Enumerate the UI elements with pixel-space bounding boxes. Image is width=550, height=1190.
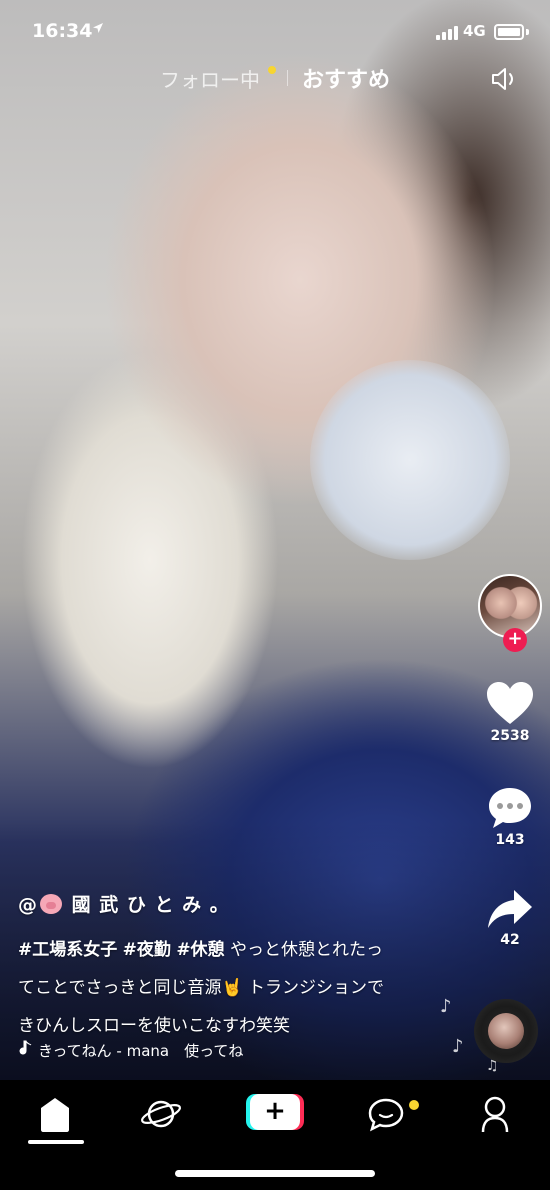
heart-icon <box>487 682 533 724</box>
battery-icon <box>494 24 524 40</box>
nav-discover[interactable] <box>136 1094 186 1134</box>
hashtag-link[interactable]: #工場系女子 <box>18 940 117 960</box>
video-mask-highlight <box>310 360 510 560</box>
create-video-button[interactable]: + <box>246 1094 304 1130</box>
share-arrow-icon <box>488 890 532 928</box>
floating-note-icon: ♪ <box>452 1036 464 1057</box>
caption-line-3: きひんしスローを使いこなすわ笑笑 <box>18 1016 290 1036</box>
music-title: きってねん - mana 使ってね <box>38 1042 244 1060</box>
home-active-indicator <box>28 1140 84 1144</box>
feed-tabs: フォロー中 おすすめ <box>0 60 550 96</box>
username-at: @ <box>18 894 38 916</box>
home-indicator[interactable] <box>175 1170 375 1177</box>
pig-emoji-icon <box>40 894 62 914</box>
comment-bubble-icon <box>489 788 531 828</box>
battery-tip <box>526 29 529 35</box>
music-note-icon <box>18 1040 32 1060</box>
like-count: 2538 <box>490 728 530 744</box>
caption-text: #工場系女子 #夜勤 #休憩 やっと休憩とれたっ てことでさっきと同じ音源🤘 ト… <box>18 931 448 1045</box>
inbox-chat-icon <box>368 1098 404 1132</box>
hashtag-link[interactable]: #休憩 <box>176 940 224 960</box>
create-plus: + <box>250 1094 300 1130</box>
profile-icon <box>481 1096 509 1133</box>
comment-count: 143 <box>495 832 525 848</box>
status-time: 16:34 <box>32 20 93 42</box>
caption-line-1: やっと休憩とれたっ <box>224 940 383 960</box>
nav-create[interactable]: + <box>246 1094 304 1130</box>
video-caption: @ 國 武 ひ と み 。 #工場系女子 #夜勤 #休憩 やっと休憩とれたっ て… <box>18 890 448 1045</box>
caption-line-2: てことでさっきと同じ音源🤘 トランジションで <box>18 978 385 998</box>
nav-home[interactable] <box>30 1094 80 1134</box>
music-disc-button[interactable] <box>474 999 538 1063</box>
planet-icon <box>140 1100 182 1128</box>
music-ticker[interactable]: きってねん - mana 使ってね <box>18 1040 298 1066</box>
follow-plus-button[interactable]: + <box>503 628 527 652</box>
location-arrow-icon <box>92 22 104 38</box>
hashtag-link[interactable]: #夜勤 <box>123 940 171 960</box>
creator-avatar-wrap[interactable]: + <box>478 574 542 652</box>
music-disc-cover <box>488 1013 524 1049</box>
like-button[interactable]: 2538 <box>470 680 550 744</box>
signal-icon <box>436 26 458 40</box>
status-bar: 16:34 4G <box>0 0 550 64</box>
creator-username[interactable]: @ 國 武 ひ と み 。 <box>18 890 448 917</box>
network-type: 4G <box>463 22 486 40</box>
share-count: 42 <box>500 932 520 948</box>
tab-divider <box>287 70 288 86</box>
share-button[interactable]: 42 <box>470 888 550 948</box>
tab-following[interactable]: フォロー中 <box>160 64 260 93</box>
home-icon <box>41 1098 69 1132</box>
nav-profile[interactable] <box>470 1094 520 1134</box>
following-new-dot <box>268 66 276 74</box>
username-text: 國 武 ひ と み 。 <box>71 894 230 916</box>
inbox-notification-dot <box>409 1100 419 1110</box>
nav-inbox[interactable] <box>362 1094 412 1134</box>
tab-recommended[interactable]: おすすめ <box>302 62 390 94</box>
comment-button[interactable]: 143 <box>470 786 550 848</box>
side-actions: + 2538 143 42 <box>470 570 550 970</box>
speaker-muted-icon[interactable] <box>490 66 520 92</box>
floating-note-icon: ♪ <box>440 996 452 1017</box>
